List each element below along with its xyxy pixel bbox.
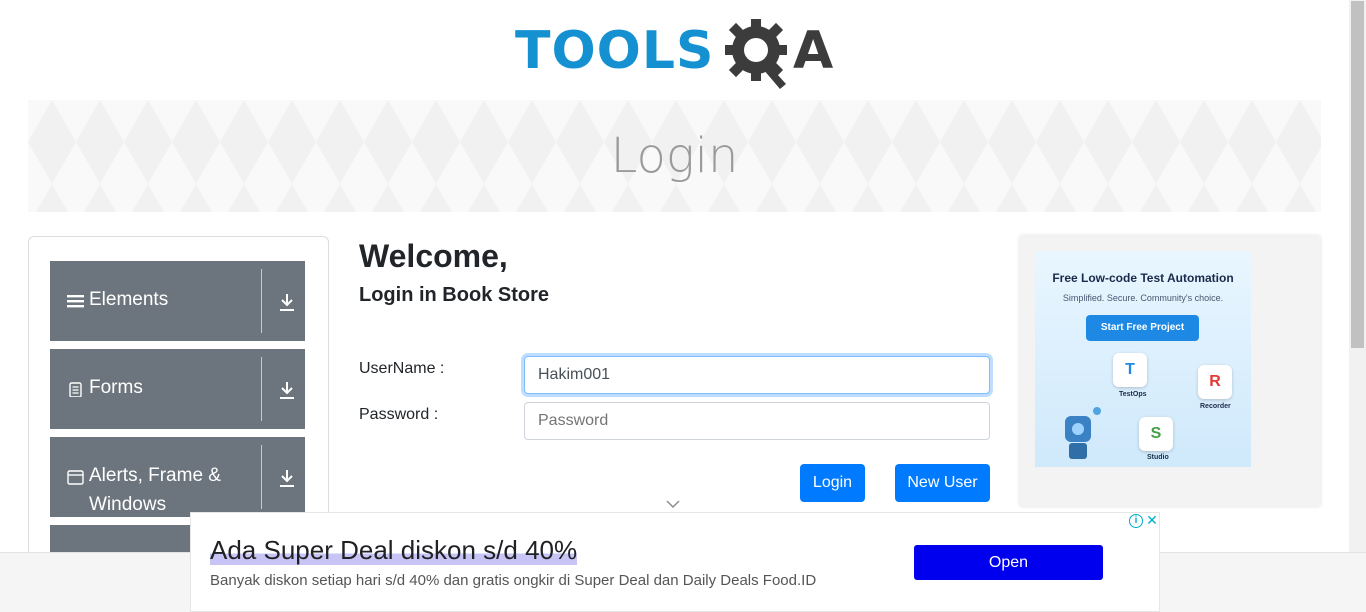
ad-tile-label: Recorder [1200,403,1231,410]
ad-tagline: Simplified. Secure. Community's choice. [1062,293,1224,303]
ad-title[interactable]: Ada Super Deal diskon s/d 40% [210,535,578,566]
studio-icon: S [1139,417,1173,451]
window-icon [67,470,84,485]
sidebar-group-alerts[interactable]: Alerts, Frame & Windows [50,437,305,517]
ad-cta-button[interactable]: Start Free Project [1086,315,1199,341]
recorder-icon: R [1198,365,1232,399]
divider [261,445,262,509]
testops-icon: T [1113,353,1147,387]
sidebar-group-forms[interactable]: Forms [50,349,305,429]
page-banner: Login [28,100,1321,212]
ad-right[interactable]: Free Low-code Test Automation Simplified… [1020,236,1320,506]
ad-tile-label: Studio [1147,454,1169,461]
login-subtitle: Login in Book Store [359,284,549,306]
sidebar-group-label: Forms [89,377,143,398]
document-icon [69,382,82,397]
sidebar-group-elements[interactable]: Elements [50,261,305,341]
sidebar-group-label: Alerts, Frame & Windows [89,465,221,515]
logo-text-a: A [793,21,834,81]
password-label: Password : [359,406,439,423]
ad-title-text: Ada Super Deal diskon s/d 40% [210,535,578,565]
ad-headline: Free Low-code Test Automation [1052,271,1234,285]
logo-text-tools: TOOLS [515,21,715,81]
page: TOOLS A Login Elements Forms Alerts, Fra… [0,0,1366,612]
scrollbar-thumb[interactable] [1351,1,1364,348]
download-arrow-icon [280,470,294,487]
toolsqa-logo[interactable]: TOOLS A [515,16,840,90]
hamburger-icon [67,295,84,308]
chevron-down-icon[interactable] [666,499,680,509]
welcome-heading: Welcome, [359,238,508,274]
download-arrow-icon [280,382,294,399]
close-icon[interactable]: ✕ [1145,513,1159,528]
ad-tile-label: TestOps [1119,391,1147,398]
gear-magnifier-icon [725,19,787,89]
ad-bottom[interactable]: Ada Super Deal diskon s/d 40% Banyak dis… [190,512,1160,612]
page-title: Login [610,128,739,184]
divider [261,357,262,421]
download-arrow-icon [280,294,294,311]
username-input[interactable] [524,356,990,394]
username-label: UserName : [359,360,445,377]
ad-description: Banyak diskon setiap hari s/d 40% dan gr… [210,572,817,589]
login-button[interactable]: Login [800,464,865,502]
ad-open-button[interactable]: Open [914,545,1103,580]
sidebar-group-label: Elements [89,289,169,310]
new-user-button[interactable]: New User [895,464,990,502]
divider [261,269,262,333]
password-input[interactable] [524,402,990,440]
robot-illustration-icon [1065,407,1101,459]
ad-card[interactable]: Free Low-code Test Automation Simplified… [1035,251,1251,467]
info-icon[interactable]: i [1129,514,1143,528]
